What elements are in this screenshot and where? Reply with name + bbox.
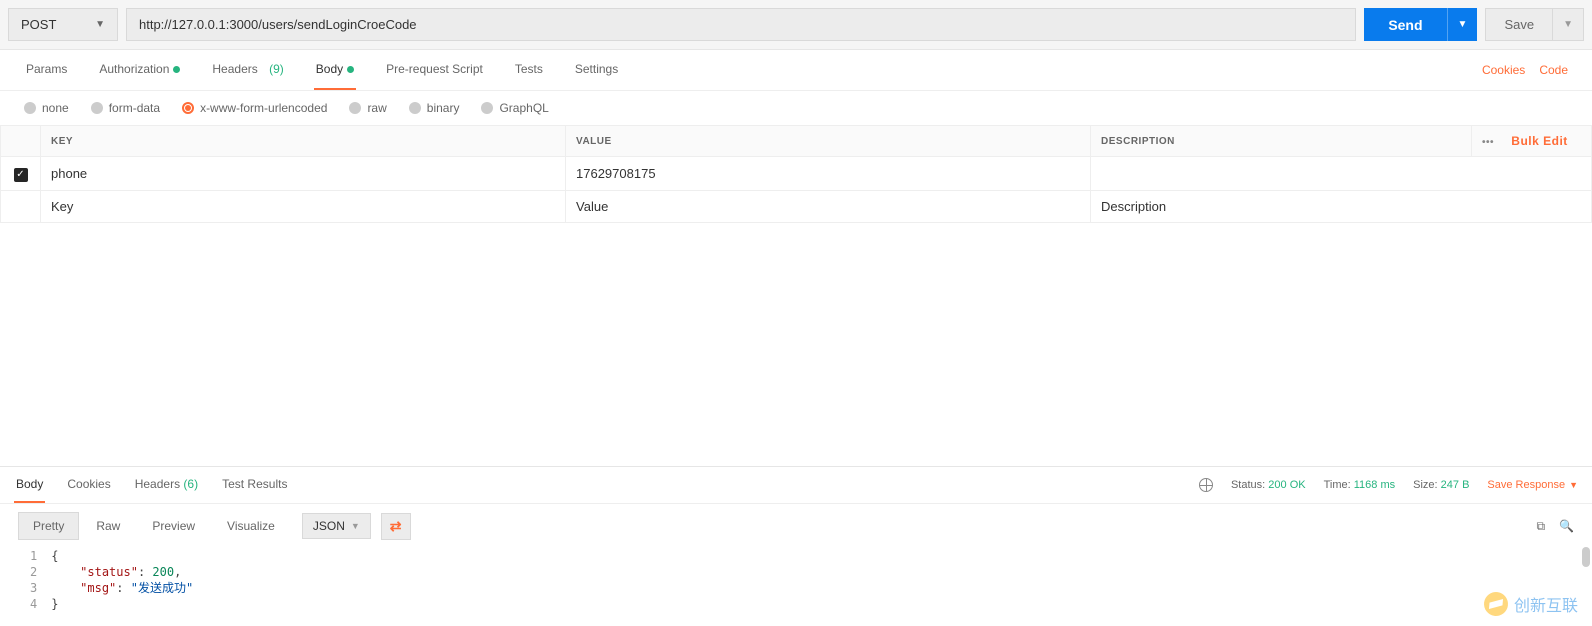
tab-authorization[interactable]: Authorization: [97, 50, 182, 90]
save-button[interactable]: Save: [1485, 8, 1553, 41]
bulk-edit-link[interactable]: Bulk Edit: [1511, 134, 1568, 148]
col-header-key: KEY: [41, 126, 566, 157]
cell-description[interactable]: [1091, 157, 1592, 191]
status-value: 200 OK: [1268, 479, 1305, 491]
http-method-select[interactable]: POST ▼: [8, 8, 118, 41]
resp-tab-headers[interactable]: Headers (6): [133, 467, 200, 503]
time-value: 1168 ms: [1354, 479, 1395, 491]
tab-body[interactable]: Body: [314, 50, 356, 90]
search-icon[interactable]: 🔍: [1559, 519, 1574, 533]
chevron-down-icon: ▼: [1569, 480, 1578, 490]
resp-tab-body[interactable]: Body: [14, 467, 45, 503]
response-panel: Body Cookies Headers (6) Test Results St…: [0, 466, 1592, 626]
cell-description-placeholder[interactable]: Description: [1091, 190, 1592, 222]
tab-params[interactable]: Params: [24, 50, 69, 90]
table-row-new: Key Value Description: [1, 190, 1592, 222]
more-options-icon[interactable]: •••: [1482, 137, 1494, 148]
wrap-icon: ⇄: [390, 518, 402, 534]
body-type-raw[interactable]: raw: [349, 101, 386, 115]
copy-icon[interactable]: ⧉: [1536, 519, 1545, 534]
col-header-description: DESCRIPTION: [1091, 126, 1472, 157]
code-link[interactable]: Code: [1539, 63, 1568, 77]
resp-tab-cookies[interactable]: Cookies: [65, 467, 112, 503]
chevron-down-icon: ▼: [351, 521, 360, 531]
request-tabs-row: Params Authorization Headers (9) Body Pr…: [0, 50, 1592, 91]
view-pretty[interactable]: Pretty: [18, 512, 79, 540]
url-input[interactable]: [126, 8, 1356, 41]
watermark-icon: [1481, 589, 1510, 618]
size-value: 247 B: [1441, 479, 1470, 491]
tab-headers[interactable]: Headers (9): [210, 50, 285, 90]
request-url-bar: POST ▼ Send ▼ Save ▼: [0, 0, 1592, 50]
body-type-binary[interactable]: binary: [409, 101, 460, 115]
tab-tests[interactable]: Tests: [513, 50, 545, 90]
cell-key[interactable]: phone: [41, 157, 566, 191]
wrap-lines-button[interactable]: ⇄: [381, 513, 411, 540]
body-params-table: KEY VALUE DESCRIPTION ••• Bulk Edit ✓ ph…: [0, 125, 1592, 223]
save-response-button[interactable]: Save Response ▼: [1487, 479, 1578, 491]
body-type-formdata[interactable]: form-data: [91, 101, 160, 115]
body-type-urlencoded[interactable]: x-www-form-urlencoded: [182, 101, 327, 115]
chevron-down-icon: ▼: [95, 19, 105, 30]
resp-tab-testresults[interactable]: Test Results: [220, 467, 289, 503]
cell-value-placeholder[interactable]: Value: [566, 190, 1091, 222]
table-row: ✓ phone 17629708175: [1, 157, 1592, 191]
send-button[interactable]: Send: [1364, 8, 1446, 41]
view-visualize[interactable]: Visualize: [212, 512, 290, 540]
http-method-value: POST: [21, 17, 56, 32]
send-options-button[interactable]: ▼: [1447, 8, 1478, 41]
watermark: 创新互联: [1484, 592, 1578, 616]
body-type-graphql[interactable]: GraphQL: [481, 101, 548, 115]
response-body-viewer: 1 2 3 4 { "status": 200, "msg": "发送成功" }: [0, 548, 1592, 626]
tab-prerequest[interactable]: Pre-request Script: [384, 50, 485, 90]
cell-value[interactable]: 17629708175: [566, 157, 1091, 191]
scrollbar-thumb[interactable]: [1582, 547, 1590, 567]
view-raw[interactable]: Raw: [81, 512, 135, 540]
col-header-value: VALUE: [566, 126, 1091, 157]
body-type-selector: none form-data x-www-form-urlencoded raw…: [0, 91, 1592, 125]
cell-key-placeholder[interactable]: Key: [41, 190, 566, 222]
row-checkbox[interactable]: ✓: [14, 168, 28, 182]
code-content[interactable]: { "status": 200, "msg": "发送成功" }: [51, 548, 193, 612]
status-dot-icon: [173, 66, 180, 73]
format-select[interactable]: JSON ▼: [302, 513, 371, 539]
globe-icon[interactable]: [1199, 478, 1213, 492]
save-options-button[interactable]: ▼: [1553, 8, 1584, 41]
view-preview[interactable]: Preview: [137, 512, 210, 540]
body-type-none[interactable]: none: [24, 101, 69, 115]
tab-settings[interactable]: Settings: [573, 50, 620, 90]
cookies-link[interactable]: Cookies: [1482, 63, 1525, 77]
status-dot-icon: [347, 66, 354, 73]
